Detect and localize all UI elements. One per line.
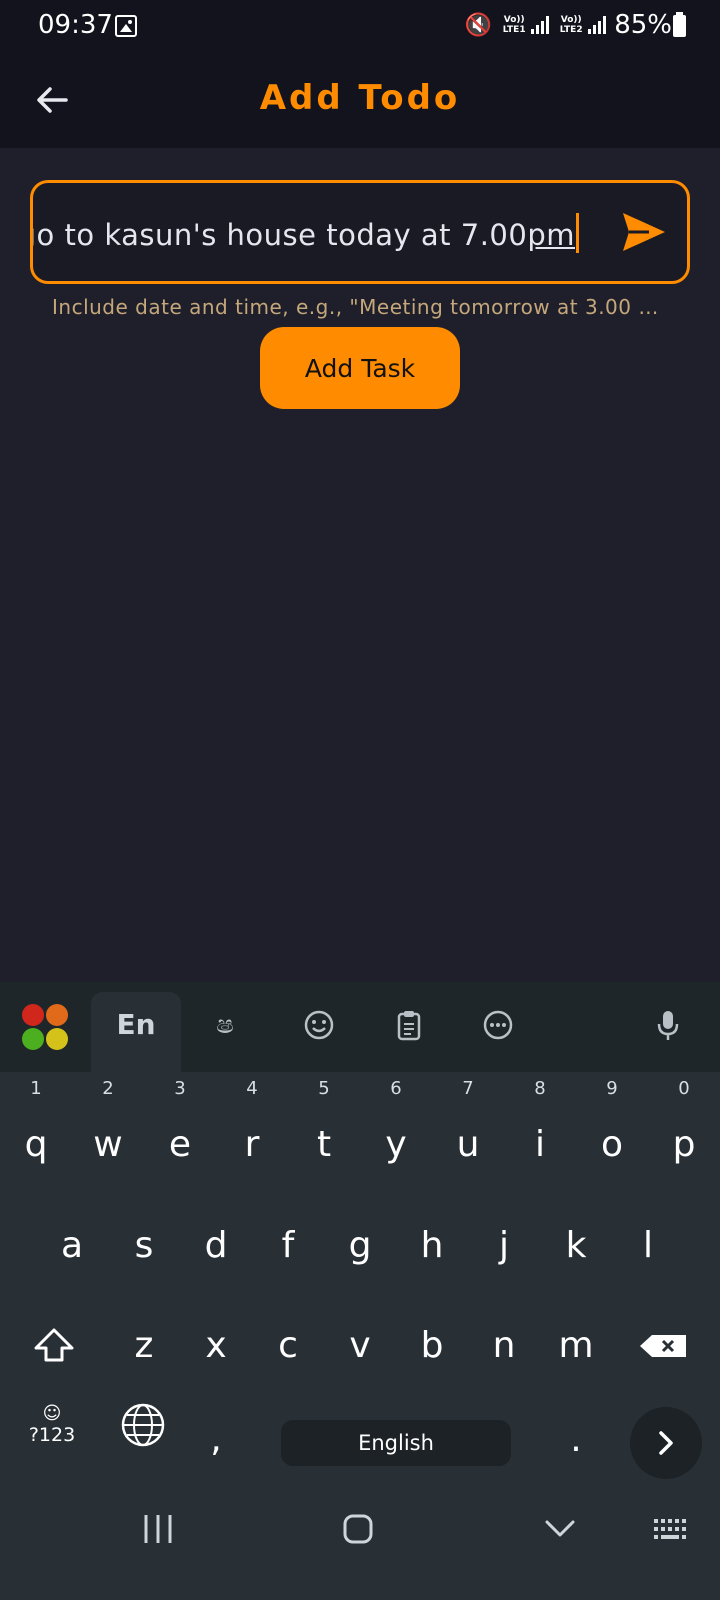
signal-sim1: Vo)) LTE1 [500, 15, 550, 35]
microphone-icon[interactable] [651, 1008, 685, 1042]
globe-language-icon[interactable] [120, 1402, 166, 1448]
key-h[interactable]: h [400, 1206, 464, 1286]
keyboard-switch-icon[interactable] [652, 1511, 692, 1547]
space-bar[interactable]: English [281, 1420, 511, 1466]
status-bar: 09:37 🔇 Vo)) LTE1 Vo)) LTE2 85% [0, 0, 720, 52]
symbols-key[interactable]: ☺ ?123 [22, 1404, 82, 1464]
key-a[interactable]: a [40, 1206, 104, 1286]
key-d[interactable]: d [184, 1206, 248, 1286]
task-input-value: o go to kasun's house today at 7.00 [30, 218, 528, 252]
emoji-icon[interactable] [302, 1008, 336, 1042]
hide-keyboard-icon[interactable] [542, 1511, 578, 1547]
sim1-label: Vo)) LTE1 [502, 15, 526, 35]
clipboard-icon[interactable] [392, 1008, 426, 1042]
status-time: 09:37 [38, 10, 113, 40]
page-title: Add Todo [259, 78, 461, 118]
composing-text: pm [527, 218, 575, 252]
home-icon[interactable] [340, 1511, 376, 1547]
key-c[interactable]: c [256, 1306, 320, 1386]
add-task-button[interactable]: Add Task [260, 327, 460, 409]
language-tab-en[interactable]: En [91, 992, 181, 1072]
key-q[interactable]: 1q [4, 1079, 68, 1185]
keyboard-toolbar: En ෂ [0, 982, 720, 1072]
key-f[interactable]: f [256, 1206, 320, 1286]
recent-apps-icon[interactable] [140, 1511, 176, 1547]
key-j[interactable]: j [472, 1206, 536, 1286]
key-y[interactable]: 6y [364, 1079, 428, 1185]
sim2-label: Vo)) LTE2 [559, 15, 583, 35]
key-s[interactable]: s [112, 1206, 176, 1286]
status-indicators: 🔇 Vo)) LTE1 Vo)) LTE2 85% [465, 10, 672, 40]
sinhala-layout-icon[interactable]: ෂ [208, 1008, 242, 1042]
key-b[interactable]: b [400, 1306, 464, 1386]
keyboard-logo-icon[interactable] [22, 1004, 68, 1050]
key-i[interactable]: 8i [508, 1079, 572, 1185]
battery-percent: 85% [614, 10, 672, 40]
task-input-text[interactable]: o go to kasun's house today at 7.00pm [30, 213, 579, 253]
key-o[interactable]: 9o [580, 1079, 644, 1185]
more-options-icon[interactable] [481, 1008, 515, 1042]
emoji-small-icon: ☺ [42, 1403, 62, 1424]
key-z[interactable]: z [112, 1306, 176, 1386]
key-p[interactable]: 0p [652, 1079, 716, 1185]
battery-icon [673, 12, 686, 37]
key-r[interactable]: 4r [220, 1079, 284, 1185]
signal-sim2: Vo)) LTE2 [557, 15, 607, 35]
key-x[interactable]: x [184, 1306, 248, 1386]
task-input[interactable]: o go to kasun's house today at 7.00pm [30, 180, 690, 284]
gallery-notification-icon [115, 15, 137, 37]
key-n[interactable]: n [472, 1306, 536, 1386]
signal-bars-icon [588, 16, 607, 34]
key-v[interactable]: v [328, 1306, 392, 1386]
key-comma[interactable]: , [184, 1400, 248, 1480]
text-cursor [576, 213, 579, 253]
signal-bars-icon [531, 16, 550, 34]
key-l[interactable]: l [616, 1206, 680, 1286]
send-icon[interactable] [621, 211, 667, 253]
key-w[interactable]: 2w [76, 1079, 140, 1185]
mute-icon: 🔇 [464, 12, 493, 38]
key-e[interactable]: 3e [148, 1079, 212, 1185]
key-t[interactable]: 5t [292, 1079, 356, 1185]
app-bar: Add Todo [0, 52, 720, 148]
symbols-label: ?123 [28, 1424, 76, 1446]
key-period[interactable]: . [544, 1400, 608, 1480]
key-u[interactable]: 7u [436, 1079, 500, 1185]
system-nav-bar [0, 1505, 720, 1600]
next-key[interactable] [630, 1407, 702, 1479]
key-m[interactable]: m [544, 1306, 608, 1386]
shift-icon[interactable] [22, 1306, 86, 1386]
key-g[interactable]: g [328, 1206, 392, 1286]
backspace-icon[interactable] [636, 1306, 700, 1386]
chevron-right-icon [659, 1431, 673, 1455]
helper-text: Include date and time, e.g., "Meeting to… [52, 295, 659, 319]
key-k[interactable]: k [544, 1206, 608, 1286]
